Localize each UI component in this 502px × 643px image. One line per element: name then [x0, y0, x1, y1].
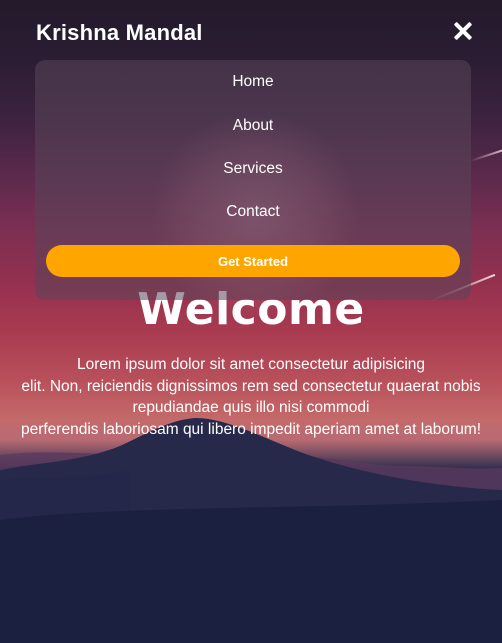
brand-logo[interactable]: Krishna Mandal — [36, 20, 203, 46]
top-bar: Krishna Mandal — [0, 0, 502, 62]
nav-menu: Home About Services Contact Get Started — [35, 60, 471, 300]
hero-line: repudiandae quis illo nisi commodi — [132, 399, 370, 416]
nav-item-contact[interactable]: Contact — [35, 203, 471, 221]
hero-line: elit. Non, reiciendis dignissimos rem se… — [21, 377, 481, 395]
close-icon[interactable] — [452, 20, 474, 42]
nav-item-home[interactable]: Home — [35, 73, 471, 91]
nav-item-services[interactable]: Services — [35, 160, 471, 178]
hero-line: perferendis laboriosam qui libero impedi… — [20, 420, 482, 438]
nav-item-about[interactable]: About — [35, 117, 471, 135]
get-started-button[interactable]: Get Started — [46, 245, 460, 277]
hero-description: Lorem ipsum dolor sit amet consectetur a… — [8, 354, 494, 440]
hero-line: Lorem ipsum dolor sit amet consectetur a… — [76, 356, 426, 373]
